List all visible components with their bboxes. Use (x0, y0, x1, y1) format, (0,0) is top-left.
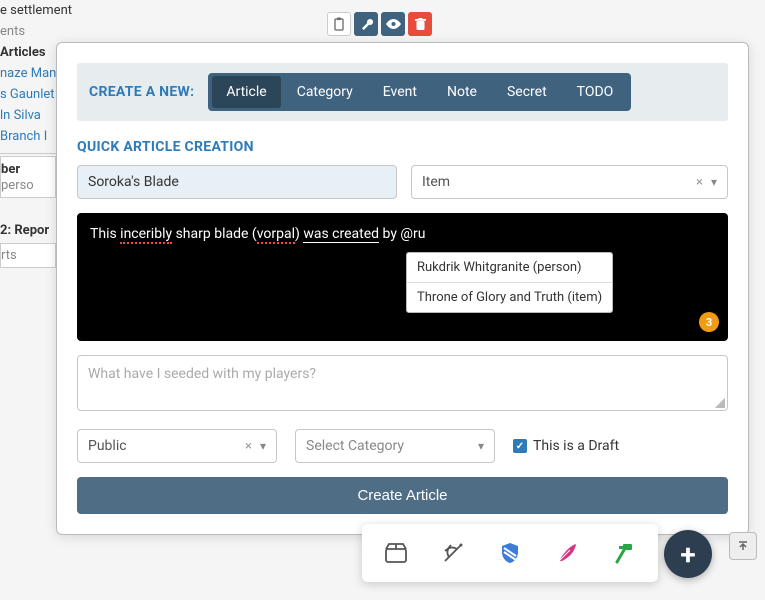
quick-create-modal: CREATE A NEW: Article Category Event Not… (56, 42, 749, 535)
tab-event[interactable]: Event (369, 76, 431, 108)
template-select[interactable]: Item × ▾ (411, 165, 728, 199)
chevron-down-icon: ▾ (711, 175, 717, 189)
scroll-top-button[interactable] (729, 532, 757, 560)
content-editor[interactable]: This inceribly sharp blade (vorpal) was … (77, 213, 728, 341)
resize-handle[interactable] (715, 398, 725, 408)
child-articles-heading: Articles (0, 42, 56, 63)
title-input[interactable]: Soroka's Blade (77, 165, 397, 199)
bg-text: rts (0, 243, 56, 268)
editor-text: This inceribly sharp blade (vorpal) was … (90, 226, 425, 244)
create-type-bar: CREATE A NEW: Article Category Event Not… (77, 63, 728, 121)
draft-checkbox[interactable]: This is a Draft (513, 438, 619, 454)
bg-text: perso (1, 175, 34, 196)
draft-label: This is a Draft (533, 438, 619, 454)
tab-todo[interactable]: TODO (563, 76, 628, 108)
bg-text: ents (0, 21, 56, 42)
chevron-down-icon: ▾ (260, 439, 266, 453)
template-value: Item (422, 174, 450, 190)
bg-text: e settlement (0, 0, 56, 21)
clipboard-icon[interactable] (327, 12, 351, 36)
section-label: QUICK ARTICLE CREATION (77, 139, 728, 155)
quick-tools-bar (362, 524, 658, 582)
bg-link[interactable]: ln Silva (0, 105, 56, 126)
mention-suggestions: Rukdrik Whitgranite (person) Throne of G… (406, 252, 613, 313)
bg-sidebar: e settlement ents Articles naze Man s Ga… (0, 0, 56, 268)
mention-item[interactable]: Throne of Glory and Truth (item) (407, 282, 612, 312)
bg-link[interactable]: s Gaunlet (0, 84, 56, 105)
eye-icon[interactable] (381, 12, 405, 36)
trash-icon[interactable] (408, 12, 432, 36)
seed-placeholder: What have I seeded with my players? (88, 366, 316, 382)
create-label: CREATE A NEW: (89, 84, 194, 100)
tab-secret[interactable]: Secret (493, 76, 561, 108)
tab-article[interactable]: Article (212, 76, 280, 108)
mention-item[interactable]: Rukdrik Whitgranite (person) (407, 253, 612, 282)
tab-category[interactable]: Category (283, 76, 367, 108)
chevron-down-icon: ▾ (478, 439, 484, 453)
spell-error: inceribly (120, 226, 172, 244)
bg-text: 2: Repor (0, 220, 56, 241)
visibility-value: Public (88, 438, 127, 454)
clear-icon[interactable]: × (696, 175, 703, 190)
visibility-select[interactable]: Public × ▾ (77, 429, 277, 463)
arrow-up-icon (737, 540, 749, 552)
editor-badge: 3 (699, 312, 719, 332)
bg-link[interactable]: naze Man (0, 63, 56, 84)
context-toolbar (327, 12, 432, 36)
spell-error: vorpal (257, 226, 295, 244)
bg-link[interactable]: Branch I (0, 126, 56, 147)
category-select[interactable]: Select Category ▾ (295, 429, 495, 463)
create-article-button[interactable]: Create Article (77, 477, 728, 514)
hammer-icon[interactable] (610, 539, 638, 567)
shield-icon[interactable] (496, 539, 524, 567)
plus-icon: + (680, 538, 695, 571)
clear-icon[interactable]: × (245, 439, 252, 454)
seed-textarea[interactable]: What have I seeded with my players? (77, 355, 728, 411)
box-icon[interactable] (382, 539, 410, 567)
category-placeholder: Select Category (306, 438, 404, 454)
crossbow-icon[interactable] (439, 539, 467, 567)
title-value: Soroka's Blade (88, 174, 179, 190)
quill-icon[interactable] (553, 539, 581, 567)
editor-link[interactable]: was created (303, 226, 379, 243)
wrench-icon[interactable] (354, 12, 378, 36)
tab-note[interactable]: Note (433, 76, 491, 108)
checkbox-icon (513, 439, 527, 453)
create-tabs: Article Category Event Note Secret TODO (208, 73, 631, 111)
add-fab[interactable]: + (664, 530, 712, 578)
